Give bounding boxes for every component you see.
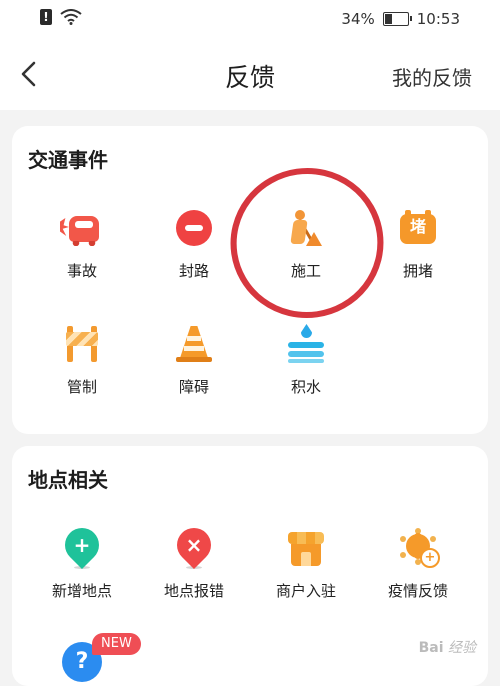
section-title-places: 地点相关 [28,468,108,492]
road-closed-icon [174,208,214,248]
item-obstacle[interactable]: 障碍 [139,324,249,397]
traffic-cone-icon [174,324,214,364]
location-error-icon: × [169,520,219,570]
water-icon [286,324,326,364]
car-accident-icon [60,208,102,248]
item-label: 管制 [66,378,97,396]
watermark-logo: Bai 经验 [418,640,476,656]
item-accident[interactable]: 事故 [27,208,137,281]
item-traffic-control[interactable]: 管制 [27,324,137,397]
status-bar: ! 34% 10:53 [0,0,500,38]
shop-icon [286,528,326,568]
status-icons-left: ! [40,9,82,25]
status-icons-right: 34% 10:53 [341,10,460,28]
new-badge: NEW [92,633,141,655]
item-label: 商户入驻 [275,582,336,600]
traffic-control-icon [62,324,102,364]
item-merchant[interactable]: 商户入驻 [251,528,361,601]
item-water[interactable]: 积水 [251,324,361,397]
item-label: 事故 [66,262,97,280]
battery-percent: 34% [341,10,375,28]
item-label: 疫情反馈 [387,582,448,600]
item-label: 地点报错 [163,582,224,600]
item-add-location[interactable]: + 新增地点 [27,520,137,601]
item-label: 新增地点 [51,582,112,600]
virus-icon: + [398,528,440,568]
item-label: 障碍 [178,378,209,396]
sim-alert-icon: ! [40,9,52,25]
traffic-jam-icon: 堵 [398,208,438,248]
add-location-icon: + [57,520,107,570]
section-title-traffic: 交通事件 [28,148,108,172]
item-epidemic-feedback[interactable]: + 疫情反馈 [363,528,473,601]
item-label: 积水 [290,378,321,396]
navigation-header: 反馈 我的反馈 [0,38,500,110]
my-feedback-link[interactable]: 我的反馈 [392,62,472,91]
wifi-icon [60,9,82,25]
clock: 10:53 [416,10,460,28]
item-location-error[interactable]: × 地点报错 [139,520,249,601]
battery-icon [382,12,412,26]
